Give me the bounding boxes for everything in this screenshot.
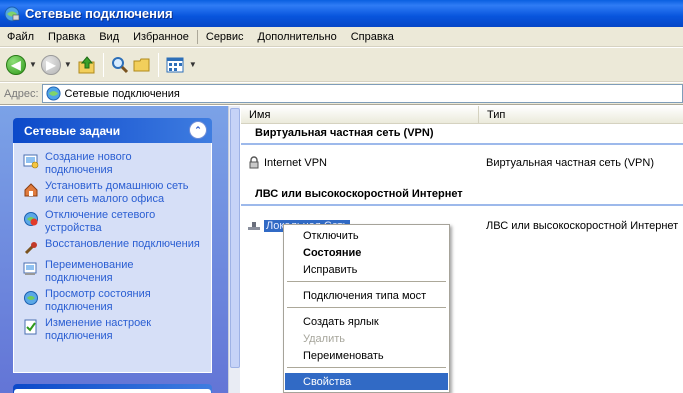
task-label: Восстановление подключения bbox=[45, 238, 200, 250]
folder-icon bbox=[133, 58, 150, 71]
menu-separator bbox=[287, 367, 446, 368]
menu-item-delete: Удалить bbox=[303, 332, 345, 345]
menu-help[interactable]: Справка bbox=[344, 31, 401, 43]
other-places-panel bbox=[14, 389, 211, 393]
vpn-connection-icon bbox=[249, 156, 259, 169]
menu-bar: Файл Правка Вид Избранное Сервис Дополни… bbox=[0, 27, 683, 47]
menu-edit[interactable]: Правка bbox=[41, 31, 92, 43]
repair-icon bbox=[24, 242, 37, 255]
menu-item-status[interactable]: Состояние bbox=[285, 244, 448, 261]
views-icon bbox=[164, 54, 186, 76]
home-network-icon bbox=[24, 183, 38, 197]
toolbar: ◀ ▼ ▶ ▼ ▼ bbox=[0, 48, 683, 82]
folders-button[interactable] bbox=[131, 54, 153, 76]
task-disable-device[interactable]: Отключение сетевого устройства bbox=[23, 209, 205, 235]
item-type: ЛВС или высокоскоростной Интернет bbox=[486, 220, 679, 232]
menu-item-disable[interactable]: Отключить bbox=[285, 227, 448, 244]
task-pane: Сетевые задачи ⌃ Создание нового подключ… bbox=[0, 106, 240, 393]
context-menu: Отключить Состояние Исправить Подключени… bbox=[283, 224, 450, 393]
menu-item-repair[interactable]: Исправить bbox=[285, 261, 448, 278]
menu-separator bbox=[287, 281, 446, 282]
menu-item-rename[interactable]: Переименовать bbox=[285, 347, 448, 364]
network-tasks-title: Сетевые задачи bbox=[24, 123, 121, 138]
lan-connection-icon bbox=[248, 222, 260, 230]
task-view-status[interactable]: Просмотр состояния подключения bbox=[23, 288, 205, 314]
views-button[interactable]: ▼ bbox=[164, 54, 197, 76]
menu-view[interactable]: Вид bbox=[92, 31, 126, 43]
title-bar[interactable]: Сетевые подключения bbox=[0, 0, 683, 27]
group-divider bbox=[241, 143, 683, 145]
menu-separator bbox=[287, 307, 446, 308]
task-label: Установить домашнюю сеть или сеть малого… bbox=[45, 180, 189, 205]
chevron-down-icon[interactable]: ▼ bbox=[29, 60, 37, 69]
column-header: Имя Тип bbox=[241, 105, 683, 124]
menu-tools[interactable]: Сервис bbox=[199, 31, 251, 43]
network-tasks-list: Создание нового подключения Установить д… bbox=[13, 143, 212, 373]
chevron-down-icon[interactable]: ▼ bbox=[189, 60, 197, 69]
scrollbar-thumb[interactable] bbox=[230, 108, 240, 368]
settings-icon bbox=[24, 319, 37, 335]
up-folder-icon bbox=[78, 55, 95, 73]
task-label: Отключение сетевого устройства bbox=[45, 209, 156, 234]
group-title-lan: ЛВС или высокоскоростной Интернет bbox=[255, 188, 463, 200]
chevron-down-icon[interactable]: ▼ bbox=[64, 60, 72, 69]
address-bar: Адрес: Сетевые подключения bbox=[0, 83, 683, 105]
network-connections-icon bbox=[46, 86, 61, 101]
item-name[interactable]: Internet VPN bbox=[247, 156, 327, 170]
disable-device-icon bbox=[24, 212, 38, 226]
new-connection-icon bbox=[23, 154, 39, 169]
forward-arrow-icon: ▶ bbox=[40, 54, 61, 75]
menu-item-bridge[interactable]: Подключения типа мост bbox=[285, 287, 448, 304]
task-label: Создание нового подключения bbox=[45, 151, 132, 176]
toolbar-separator bbox=[102, 52, 104, 77]
status-icon bbox=[24, 291, 38, 305]
task-label: Переименование подключения bbox=[45, 259, 134, 284]
search-button[interactable] bbox=[109, 54, 131, 76]
list-item[interactable]: Internet VPN Виртуальная частная сеть (V… bbox=[241, 155, 683, 171]
toolbar-separator bbox=[157, 52, 159, 77]
task-new-connection[interactable]: Создание нового подключения bbox=[23, 151, 205, 177]
column-type[interactable]: Тип bbox=[479, 106, 683, 124]
menu-item-properties[interactable]: Свойства bbox=[285, 373, 448, 390]
back-arrow-icon: ◀ bbox=[6, 54, 26, 75]
window-title: Сетевые подключения bbox=[25, 6, 173, 21]
task-rename[interactable]: Переименование подключения bbox=[23, 259, 205, 285]
up-folder-button[interactable] bbox=[76, 54, 98, 76]
task-pane-scrollbar[interactable] bbox=[228, 106, 240, 393]
column-name[interactable]: Имя bbox=[241, 105, 479, 124]
menu-favorites[interactable]: Избранное bbox=[126, 31, 196, 43]
task-repair[interactable]: Восстановление подключения bbox=[23, 238, 205, 256]
back-button[interactable]: ◀ ▼ bbox=[6, 54, 37, 75]
address-label: Адрес: bbox=[4, 87, 39, 100]
menu-separator bbox=[196, 29, 198, 44]
task-home-network[interactable]: Установить домашнюю сеть или сеть малого… bbox=[23, 180, 205, 206]
task-label: Изменение настроек подключения bbox=[45, 317, 152, 342]
menu-item-create-shortcut[interactable]: Создать ярлык bbox=[285, 313, 448, 330]
network-connections-icon bbox=[4, 6, 20, 22]
task-label: Просмотр состояния подключения bbox=[45, 288, 151, 313]
menu-advanced[interactable]: Дополнительно bbox=[251, 31, 344, 43]
address-input[interactable]: Сетевые подключения bbox=[41, 84, 683, 103]
search-icon bbox=[111, 56, 128, 73]
item-type: Виртуальная частная сеть (VPN) bbox=[486, 157, 654, 169]
collapse-icon[interactable]: ⌃ bbox=[189, 121, 207, 139]
forward-button[interactable]: ▶ ▼ bbox=[40, 54, 72, 75]
group-title-vpn: Виртуальная частная сеть (VPN) bbox=[255, 127, 434, 139]
menu-file[interactable]: Файл bbox=[0, 31, 41, 43]
task-change-settings[interactable]: Изменение настроек подключения bbox=[23, 317, 205, 343]
network-tasks-header[interactable]: Сетевые задачи ⌃ bbox=[13, 118, 212, 143]
rename-icon bbox=[23, 262, 37, 275]
address-value: Сетевые подключения bbox=[64, 87, 180, 100]
group-divider bbox=[241, 204, 683, 206]
